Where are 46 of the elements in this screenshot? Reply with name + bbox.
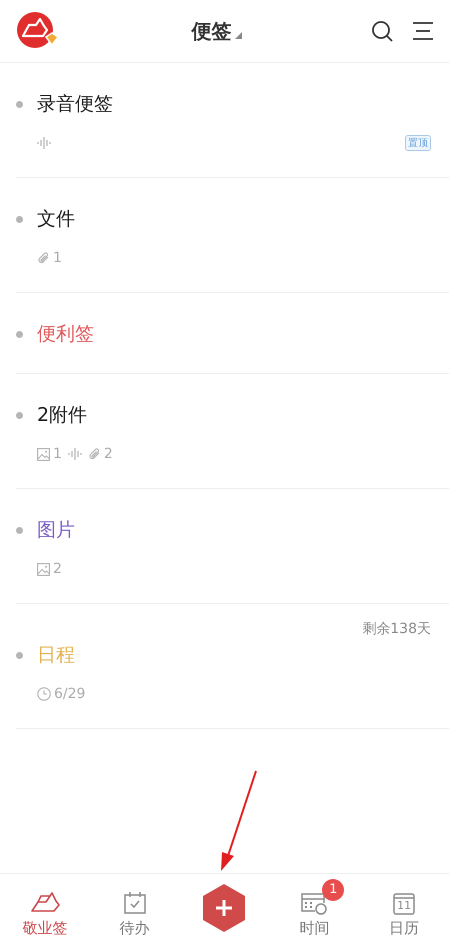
search-icon[interactable] xyxy=(371,20,393,42)
image-icon xyxy=(37,448,50,460)
tab-item[interactable]: 时间 1 xyxy=(269,878,360,938)
note-title: 录音便签 xyxy=(37,92,113,117)
audio-wave-icon xyxy=(68,448,82,460)
attachment-count: 2 xyxy=(53,561,62,577)
page-title[interactable]: 便签 xyxy=(192,18,232,44)
note-item[interactable]: 2附件 1 2 xyxy=(16,374,449,489)
note-item[interactable]: 文件 1 xyxy=(16,178,449,293)
note-title: 2附件 xyxy=(37,403,88,428)
tab-item[interactable]: 11 日历 xyxy=(359,878,449,938)
attachment-count: 1 xyxy=(53,250,62,266)
note-title: 日程 xyxy=(37,643,75,668)
bullet-dot xyxy=(16,412,23,418)
note-item[interactable]: 剩余138天 日程 6/29 xyxy=(16,604,449,729)
folded-paper-icon xyxy=(30,890,60,914)
note-item[interactable]: 便利签 xyxy=(16,293,449,374)
bullet-dot xyxy=(16,526,23,534)
note-item[interactable]: 图片 2 xyxy=(16,489,449,604)
paperclip-icon xyxy=(88,448,101,460)
audio-wave-icon xyxy=(37,137,51,149)
calendar-icon: 11 xyxy=(392,890,416,914)
pinned-tag: 置顶 xyxy=(405,135,431,151)
tab-item[interactable]: 待办 xyxy=(90,878,180,938)
note-title: 文件 xyxy=(37,207,75,232)
menu-icon[interactable] xyxy=(413,22,433,40)
notification-badge: 1 xyxy=(322,878,344,900)
add-button[interactable] xyxy=(202,883,246,933)
attachment-count: 1 xyxy=(53,446,62,462)
image-icon xyxy=(37,562,50,576)
checklist-calendar-icon xyxy=(122,890,147,914)
bullet-dot xyxy=(16,330,23,338)
attachment-count: 2 xyxy=(104,446,113,462)
bullet-dot xyxy=(16,652,23,658)
dropdown-icon[interactable] xyxy=(234,32,242,38)
calendar-clock-icon xyxy=(300,890,328,914)
bullet-dot xyxy=(16,100,23,108)
days-remaining: 剩余138天 xyxy=(362,620,431,638)
tab-item[interactable]: 敬业签 xyxy=(0,878,90,938)
note-title: 便利签 xyxy=(37,322,94,347)
note-title: 图片 xyxy=(37,518,75,543)
paperclip-icon xyxy=(37,252,50,264)
attachment-count: 6/29 xyxy=(54,686,86,702)
note-item[interactable]: 录音便签 置顶 xyxy=(16,63,449,178)
bullet-dot xyxy=(16,216,23,222)
clock-icon xyxy=(37,687,51,701)
